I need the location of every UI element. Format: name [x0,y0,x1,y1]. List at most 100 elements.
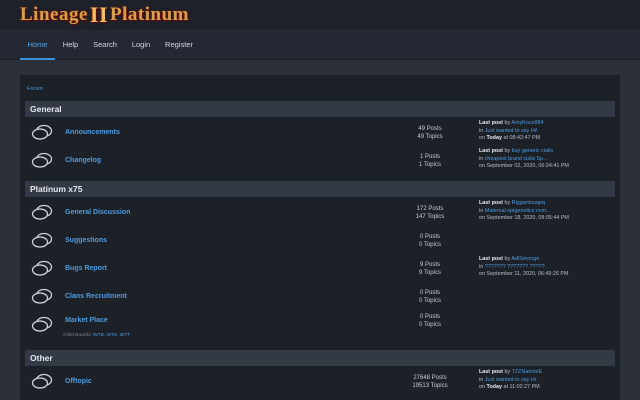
topic-count: 0 Topics [419,242,441,248]
last-post-time: September 18, 2020, 08:05:44 PM [486,215,569,221]
board-icon [31,124,53,140]
board-stats: 0 Posts 0 Topics [400,289,460,305]
board-stats: 49 Posts 49 Topics [400,125,460,141]
board-icon [31,260,53,276]
board-title[interactable]: Offtopic [65,378,92,385]
board-icon [31,373,53,389]
top-bar: Lineage II Platinum [0,0,640,30]
nav-home[interactable]: Home [20,30,55,60]
last-post-label: Last post [479,148,503,154]
board-stats: 0 Posts 0 Topics [400,313,460,329]
last-post-label: Last post [479,120,503,126]
last-post-date: Today [486,384,502,390]
board-row-bugs-report: Bugs Report 9 Posts 9 Topics Last post b… [25,254,615,282]
board-icon [31,288,53,304]
board-icon [31,232,53,248]
board-icon [31,152,53,168]
in-text: in [479,127,484,134]
category-title: Other [30,353,53,363]
topic-count: 49 Topics [417,134,443,140]
forum-container: Forum General Announcements 49 Posts 49 … [20,75,620,400]
main-nav: Home Help Search Login Register [0,30,640,60]
board-stats: 172 Posts 147 Topics [400,205,460,221]
nav-search[interactable]: Search [90,30,120,60]
on-text: on [479,271,485,277]
board-title[interactable]: General Discussion [65,209,130,216]
last-post-topic[interactable]: Maternal epigenetics com... [485,208,551,214]
topic-count: 0 Topics [419,322,441,328]
board-title[interactable]: Changelog [65,157,101,164]
board-row-changelog: Changelog 1 Posts 1 Topics Last post by … [25,146,615,174]
board-title[interactable]: Bugs Report [65,265,107,272]
category-title: General [30,104,62,114]
last-post-topic[interactable]: Just wanted to say Hi. [485,377,538,383]
last-post-time: at 11:02:27 PM [503,384,540,390]
last-post-topic[interactable]: Just wanted to say Hi! [485,128,538,134]
board-row-announcements: Announcements 49 Posts 49 Topics Last po… [25,118,615,146]
nav-help[interactable]: Help [58,30,83,60]
board-row-offtopic: Offtopic 27648 Posts 19513 Topics Last p… [25,367,615,395]
topic-count: 0 Topics [419,298,441,304]
logo-text-right: Platinum [110,4,189,25]
last-post-time: September 11, 2020, 06:49:26 PM [486,271,569,277]
last-post-time: at 08:42:47 PM [503,135,541,141]
in-text: in [479,155,484,162]
board-title[interactable]: Market Place [65,317,108,324]
post-count: 27648 Posts [413,375,447,381]
board-icon [31,316,53,332]
category-header-other: Other [25,350,615,366]
child-boards: Child Boards: WTB, WTS, WTT [63,333,130,338]
post-count: 9 Posts [419,262,440,268]
logo-text-left: Lineage [20,4,88,25]
topic-count: 1 Topics [419,162,441,168]
breadcrumb[interactable]: Forum [27,86,43,92]
last-post-author[interactable]: Riggantsuqeq [512,200,545,206]
board-title[interactable]: Suggestions [65,237,107,244]
board-title[interactable]: Announcements [65,129,120,136]
on-text: on [479,135,485,141]
last-post-author[interactable]: AmyKnox884 [511,120,543,126]
category-header-platinum: Platinum x75 [25,181,615,197]
in-text: in [479,207,484,214]
nav-login[interactable]: Login [128,30,154,60]
by-text: by [504,369,511,375]
board-stats: 9 Posts 9 Topics [400,261,460,277]
child-boards-links[interactable]: WTB, WTS, WTT [93,333,130,338]
last-post: Last post by TZZNannieE in Just wanted t… [479,369,542,392]
last-post-author[interactable]: TZZNannieE [512,369,543,375]
board-row-market-place: Market Place Child Boards: WTB, WTS, WTT… [25,310,615,344]
board-row-suggestions: Suggestions 0 Posts 0 Topics [25,226,615,254]
last-post-author[interactable]: buy generic cialis [512,148,553,154]
board-stats: 0 Posts 0 Topics [400,233,460,249]
board-icon [31,204,53,220]
site-logo[interactable]: Lineage II Platinum [20,2,189,27]
last-post-topic[interactable]: ??????? ??????? ????? [485,264,545,270]
by-text: by [504,148,511,154]
board-row-clans-recruitment: Clans Recruitment 0 Posts 0 Topics [25,282,615,310]
last-post-topic[interactable]: cheapest brand cialis 5p... [485,156,548,162]
nav-register[interactable]: Register [162,30,196,60]
post-count: 0 Posts [419,290,440,296]
on-text: on [479,384,485,390]
topic-count: 19513 Topics [412,383,448,389]
board-title[interactable]: Clans Recruitment [65,293,127,300]
board-row-general-discussion: General Discussion 172 Posts 147 Topics … [25,198,615,226]
in-text: in [479,263,484,270]
child-boards-label: Child Boards: [63,333,92,338]
last-post-label: Last post [479,256,503,262]
last-post: Last post by AdiSmonge in ??????? ??????… [479,256,569,279]
last-post-date: Today [486,135,502,141]
by-text: by [504,120,511,126]
post-count: 49 Posts [418,126,442,132]
last-post-time: September 02, 2020, 06:24:41 PM [486,163,569,169]
last-post: Last post by Riggantsuqeq in Maternal ep… [479,200,569,223]
last-post-author[interactable]: AdiSmonge [511,256,539,262]
last-post: Last post by buy generic cialis in cheap… [479,148,569,171]
board-stats: 27648 Posts 19513 Topics [400,374,460,390]
by-text: by [504,200,511,206]
post-count: 0 Posts [419,314,440,320]
last-post-label: Last post [479,200,503,206]
in-text: in [479,376,484,383]
board-stats: 1 Posts 1 Topics [400,153,460,169]
topic-count: 147 Topics [415,214,445,220]
